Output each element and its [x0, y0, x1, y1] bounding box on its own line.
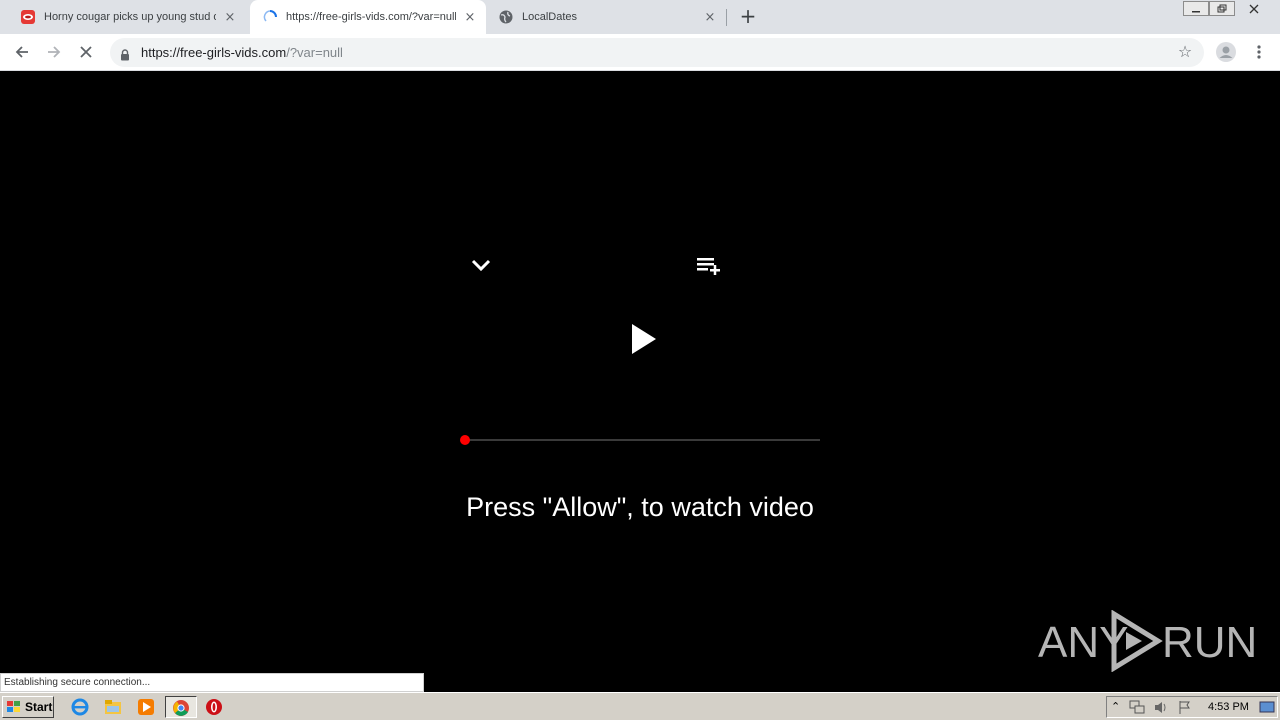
profile-avatar-icon[interactable]	[1214, 40, 1238, 64]
lock-icon	[120, 46, 130, 61]
media-player-icon[interactable]	[137, 698, 155, 716]
forward-arrow-icon[interactable]	[42, 40, 66, 64]
tab-separator	[726, 9, 727, 26]
url-host: https://free-girls-vids.com	[141, 45, 287, 60]
browser-toolbar: https://free-girls-vids.com/?var=null ☆	[0, 34, 1280, 71]
start-button[interactable]: Start	[2, 696, 54, 718]
tab-localdates[interactable]: LocalDates ×	[490, 0, 726, 34]
tab-close-icon[interactable]: ×	[462, 9, 478, 25]
action-center-flag-icon[interactable]	[1177, 700, 1193, 715]
bookmark-star-icon[interactable]: ☆	[1176, 43, 1194, 61]
watermark-right-text: RUN	[1162, 618, 1258, 667]
kebab-menu-icon[interactable]	[1247, 40, 1271, 64]
loading-spinner-icon	[262, 9, 278, 25]
tab-horny-cougar[interactable]: Horny cougar picks up young stud on ×	[10, 0, 246, 34]
tab-close-icon[interactable]: ×	[702, 9, 718, 25]
allow-prompt-text: Press "Allow", to watch video	[466, 492, 814, 522]
show-hidden-icons-icon[interactable]: ⌃	[1111, 700, 1120, 713]
red-lips-icon	[20, 9, 36, 25]
network-icon[interactable]	[1129, 700, 1145, 715]
status-bubble: Establishing secure connection...	[0, 673, 424, 692]
windows-logo-icon	[7, 701, 20, 712]
taskbar-clock[interactable]: 4:53 PM	[1208, 701, 1249, 713]
stop-loading-icon[interactable]	[74, 40, 98, 64]
tab-title: https://free-girls-vids.com/?var=null	[286, 11, 456, 23]
tab-strip: Horny cougar picks up young stud on × ht…	[0, 0, 1280, 34]
minimize-icon[interactable]	[1183, 1, 1209, 16]
play-icon[interactable]	[628, 322, 658, 360]
chrome-icon	[173, 700, 189, 716]
add-to-playlist-icon[interactable]	[695, 255, 723, 283]
opera-icon[interactable]	[205, 698, 223, 716]
show-desktop-icon[interactable]	[1259, 700, 1275, 715]
url-path: /?var=null	[286, 45, 343, 60]
tab-close-icon[interactable]: ×	[222, 9, 238, 25]
watermark-play-icon	[1111, 610, 1163, 672]
url-text[interactable]: https://free-girls-vids.com/?var=null	[141, 45, 343, 60]
page-content: Press "Allow", to watch video ANY RUN	[0, 72, 1280, 692]
chrome-taskbar-button[interactable]	[165, 696, 197, 718]
address-bar[interactable]: https://free-girls-vids.com/?var=null ☆	[110, 38, 1204, 67]
chevron-down-icon[interactable]	[470, 256, 492, 278]
taskbar: Start ⌃ 4:53 PM	[0, 692, 1280, 720]
internet-explorer-icon[interactable]	[71, 698, 89, 716]
progress-scrubber[interactable]	[460, 435, 470, 445]
start-label: Start	[25, 700, 53, 714]
tab-title: LocalDates	[522, 11, 578, 23]
restore-icon[interactable]	[1209, 1, 1235, 16]
tab-free-girls-vids[interactable]: https://free-girls-vids.com/?var=null ×	[250, 0, 486, 34]
back-arrow-icon[interactable]	[10, 40, 34, 64]
window-close-icon[interactable]	[1238, 1, 1270, 16]
file-explorer-icon[interactable]	[104, 698, 122, 716]
tab-title: Horny cougar picks up young stud on	[44, 11, 216, 23]
system-tray: ⌃	[1106, 696, 1278, 718]
globe-icon	[498, 9, 514, 25]
video-progress-bar[interactable]	[460, 435, 820, 445]
volume-icon[interactable]	[1153, 700, 1169, 715]
new-tab-plus-icon[interactable]: +	[738, 6, 758, 26]
anyrun-watermark: ANY RUN	[1038, 608, 1257, 672]
